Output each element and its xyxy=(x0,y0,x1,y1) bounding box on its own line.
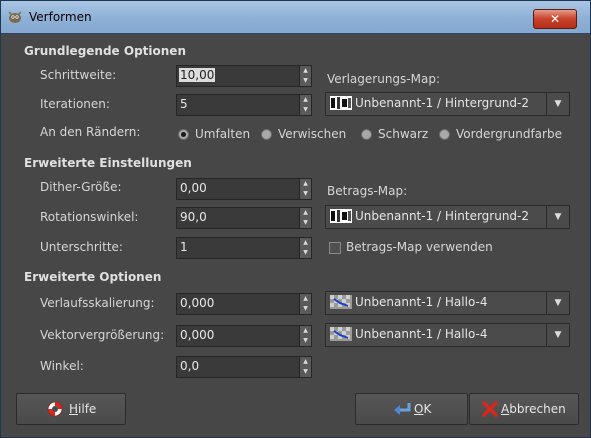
angle-label: Winkel: xyxy=(40,359,84,373)
return-arrow-icon xyxy=(394,403,411,415)
help-button[interactable]: Hilfe xyxy=(16,393,126,425)
chevron-down-icon[interactable]: ▼ xyxy=(546,93,569,115)
rotation-stepper[interactable]: ▲ ▼ xyxy=(299,208,311,228)
vector-mag-value: 0,000 xyxy=(180,328,215,342)
angle-spinbutton[interactable]: 0,0 ▲ ▼ xyxy=(176,356,312,378)
arrow-down-icon[interactable]: ▼ xyxy=(300,248,311,258)
substeps-spinbutton[interactable]: 1 ▲ ▼ xyxy=(176,237,312,259)
dither-label: Dither-Größe: xyxy=(40,180,122,194)
ok-label-rest: K xyxy=(423,402,432,416)
magnitude-map-value: Unbenannt-1 / Hintergrund-2 xyxy=(355,209,530,223)
dither-spinbutton[interactable]: 0,00 ▲ ▼ xyxy=(176,178,312,200)
vector-mag-spinbutton[interactable]: 0,000 ▲ ▼ xyxy=(176,325,312,347)
displacement-map-value: Unbenannt-1 / Hintergrund-2 xyxy=(355,96,530,110)
radio-schwarz[interactable] xyxy=(361,129,372,140)
arrow-down-icon[interactable]: ▼ xyxy=(300,218,311,228)
radio-verwischen-label[interactable]: Verwischen xyxy=(278,127,346,141)
displacement-map-label: Verlagerungs-Map: xyxy=(327,72,440,86)
chevron-down-icon[interactable]: ▼ xyxy=(546,324,569,346)
gradient-scale-value: 0,000 xyxy=(180,296,215,310)
iterations-stepper[interactable]: ▲ ▼ xyxy=(299,95,311,115)
vector-map-combo[interactable]: Unbenannt-1 / Hallo-4 ▼ xyxy=(325,323,570,347)
cancel-mnemonic: A xyxy=(501,402,510,416)
step-spinbutton[interactable]: 10,00 ▲ ▼ xyxy=(176,65,312,87)
chevron-down-icon[interactable]: ▼ xyxy=(546,292,569,314)
dialog-body: Grundlegende Optionen Schrittweite: 10,0… xyxy=(2,34,589,436)
radio-vordergrundfarbe-label[interactable]: Vordergrundfarbe xyxy=(456,127,562,141)
arrow-up-icon[interactable]: ▲ xyxy=(300,294,311,304)
chevron-down-icon[interactable]: ▼ xyxy=(546,206,569,228)
close-icon: ✕ xyxy=(549,12,561,26)
arrow-up-icon[interactable]: ▲ xyxy=(300,357,311,367)
angle-value: 0,0 xyxy=(180,359,200,373)
edges-label: An den Rändern: xyxy=(40,125,141,139)
arrow-up-icon[interactable]: ▲ xyxy=(300,326,311,336)
use-magnitude-checkbox[interactable] xyxy=(329,242,341,254)
substeps-label: Unterschritte: xyxy=(40,240,123,254)
arrow-down-icon[interactable]: ▼ xyxy=(300,105,311,115)
help-mnemonic: H xyxy=(69,402,79,416)
radio-schwarz-label[interactable]: Schwarz xyxy=(378,127,428,141)
arrow-down-icon[interactable]: ▼ xyxy=(300,304,311,314)
layer-thumbnail-icon xyxy=(330,96,352,110)
gimp-wilber-icon xyxy=(8,11,22,23)
lifebuoy-icon xyxy=(47,401,63,417)
vector-mag-stepper[interactable]: ▲ ▼ xyxy=(299,326,311,346)
section-advanced-options-title: Erweiterte Optionen xyxy=(24,270,162,284)
use-magnitude-label[interactable]: Betrags-Map verwenden xyxy=(346,240,493,254)
arrow-down-icon[interactable]: ▼ xyxy=(300,367,311,377)
layer-thumbnail-icon xyxy=(330,209,352,223)
cancel-label-rest: bbrechen xyxy=(509,402,566,416)
arrow-up-icon[interactable]: ▲ xyxy=(300,66,311,76)
magnitude-map-combo[interactable]: Unbenannt-1 / Hintergrund-2 ▼ xyxy=(325,205,570,229)
arrow-up-icon[interactable]: ▲ xyxy=(300,95,311,105)
rotation-label: Rotationswinkel: xyxy=(40,210,139,224)
gradient-map-value: Unbenannt-1 / Hallo-4 xyxy=(355,295,488,309)
help-label-rest: ilfe xyxy=(78,402,97,416)
arrow-up-icon[interactable]: ▲ xyxy=(300,208,311,218)
magnitude-map-label: Betrags-Map: xyxy=(327,184,408,198)
displacement-map-combo[interactable]: Unbenannt-1 / Hintergrund-2 ▼ xyxy=(325,92,570,116)
ok-button[interactable]: OK xyxy=(355,393,468,425)
cancel-button[interactable]: Abbrechen xyxy=(469,393,579,425)
step-stepper[interactable]: ▲ ▼ xyxy=(299,66,311,86)
radio-umfalten-label[interactable]: Umfalten xyxy=(195,127,250,141)
dither-value: 0,00 xyxy=(180,181,207,195)
gradient-scale-stepper[interactable]: ▲ ▼ xyxy=(299,294,311,314)
rotation-value: 90,0 xyxy=(180,210,207,224)
window-title: Verformen xyxy=(29,10,92,24)
vector-map-value: Unbenannt-1 / Hallo-4 xyxy=(355,327,488,341)
close-button[interactable]: ✕ xyxy=(533,9,577,29)
layer-thumbnail-icon xyxy=(330,295,352,309)
radio-verwischen[interactable] xyxy=(261,129,272,140)
step-value: 10,00 xyxy=(179,68,216,82)
angle-stepper[interactable]: ▲ ▼ xyxy=(299,357,311,377)
radio-vordergrundfarbe[interactable] xyxy=(439,129,450,140)
arrow-down-icon[interactable]: ▼ xyxy=(300,76,311,86)
gradient-map-combo[interactable]: Unbenannt-1 / Hallo-4 ▼ xyxy=(325,291,570,315)
gradient-scale-label: Verlaufsskalierung: xyxy=(40,296,155,310)
radio-umfalten[interactable] xyxy=(178,129,189,140)
iterations-value: 5 xyxy=(180,97,188,111)
arrow-up-icon[interactable]: ▲ xyxy=(300,179,311,189)
step-label: Schrittweite: xyxy=(40,68,117,82)
red-x-icon xyxy=(482,401,498,417)
title-bar[interactable]: Verformen ✕ xyxy=(1,1,590,34)
arrow-down-icon[interactable]: ▼ xyxy=(300,336,311,346)
vector-mag-label: Vektorvergrößerung: xyxy=(40,328,165,342)
dialog-window: Verformen ✕ Grundlegende Optionen Schrit… xyxy=(0,0,591,438)
arrow-down-icon[interactable]: ▼ xyxy=(300,189,311,199)
arrow-up-icon[interactable]: ▲ xyxy=(300,238,311,248)
layer-thumbnail-icon xyxy=(330,327,352,341)
rotation-spinbutton[interactable]: 90,0 ▲ ▼ xyxy=(176,207,312,229)
dither-stepper[interactable]: ▲ ▼ xyxy=(299,179,311,199)
iterations-spinbutton[interactable]: 5 ▲ ▼ xyxy=(176,94,312,116)
section-basic-title: Grundlegende Optionen xyxy=(24,44,186,58)
substeps-value: 1 xyxy=(180,240,188,254)
substeps-stepper[interactable]: ▲ ▼ xyxy=(299,238,311,258)
iterations-label: Iterationen: xyxy=(40,97,110,111)
section-advanced-settings-title: Erweiterte Einstellungen xyxy=(24,156,192,170)
gradient-scale-spinbutton[interactable]: 0,000 ▲ ▼ xyxy=(176,293,312,315)
